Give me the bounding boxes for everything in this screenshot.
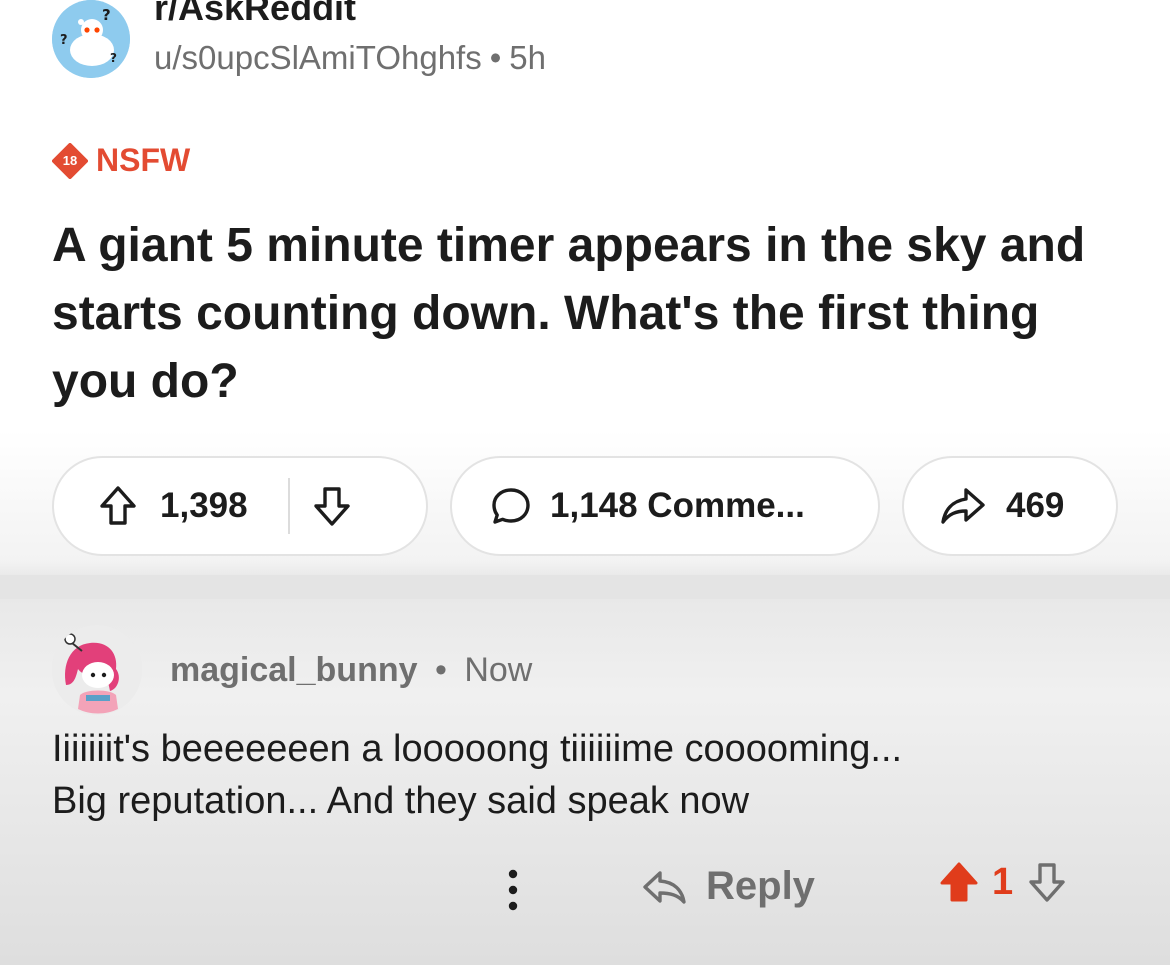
- comment-age: Now: [464, 650, 533, 689]
- post-header-text: r/AskReddit u/s0upcSlAmiTOhghfs • 5h: [154, 0, 546, 80]
- comment-meta-separator: •: [434, 650, 447, 689]
- share-icon: [940, 486, 986, 526]
- subreddit-name[interactable]: r/AskReddit: [154, 0, 546, 30]
- post-age: 5h: [509, 39, 546, 76]
- nsfw-18-icon: 18: [52, 142, 88, 179]
- upvote-count: 1,398: [160, 486, 248, 525]
- post-author[interactable]: u/s0upcSlAmiTOhghfs: [154, 39, 482, 76]
- nsfw-label: NSFW: [96, 142, 191, 178]
- user-avatar-icon[interactable]: [52, 625, 142, 715]
- vote-pill: 1,398: [52, 456, 428, 556]
- more-options-icon[interactable]: [498, 866, 528, 914]
- post-title[interactable]: A giant 5 minute timer appears in the sk…: [52, 212, 1132, 416]
- share-button[interactable]: 469: [902, 456, 1118, 556]
- svg-text:?: ?: [60, 33, 68, 48]
- share-count: 469: [1006, 486, 1065, 525]
- downvote-icon[interactable]: [312, 485, 352, 527]
- reply-icon: [640, 867, 688, 907]
- comment-header: magical_bunny • Now: [52, 625, 532, 715]
- post-meta: u/s0upcSlAmiTOhghfs • 5h: [154, 36, 546, 80]
- vote-divider: [287, 478, 290, 534]
- comment-downvote-icon[interactable]: [1027, 861, 1067, 903]
- upvote-icon[interactable]: [98, 485, 138, 527]
- comment-action-bar: Reply 1: [0, 860, 1170, 920]
- post-action-bar: 1,398 1,148 Comme... 469: [52, 456, 1122, 560]
- nsfw-badge-number: 18: [62, 152, 78, 168]
- reply-button[interactable]: Reply: [640, 864, 815, 909]
- comment-icon: [490, 485, 532, 527]
- meta-separator: •: [489, 39, 502, 76]
- upvote-filled-icon[interactable]: [938, 860, 980, 904]
- svg-text:?: ?: [102, 6, 111, 24]
- post-header: ? ? ? r/AskReddit u/s0upcSlAmiTOhghfs • 5h: [52, 0, 546, 90]
- comment-author[interactable]: magical_bunny: [170, 651, 418, 689]
- nsfw-tag: 18 NSFW: [52, 142, 190, 179]
- post-card: ? ? ? r/AskReddit u/s0upcSlAmiTOhghfs • 5h…: [0, 0, 1170, 575]
- comment-line: Iiiiiiit's beeeeeeen a looooong tiiiiiim…: [52, 728, 903, 770]
- reply-label: Reply: [706, 864, 815, 908]
- comment-count: 1,148 Comme...: [550, 486, 805, 525]
- section-divider: [0, 575, 1170, 599]
- comment-score: 1: [992, 860, 1014, 903]
- comment-vote: 1: [938, 860, 1067, 904]
- comment-line: Big reputation... And they said speak no…: [52, 780, 750, 822]
- comment-body: Iiiiiiit's beeeeeeen a looooong tiiiiiim…: [52, 723, 1142, 827]
- svg-text:?: ?: [110, 51, 117, 65]
- comment-meta: magical_bunny • Now: [170, 651, 532, 690]
- comment-card: magical_bunny • Now Iiiiiiit's beeeeeeen…: [0, 575, 1170, 965]
- comments-button[interactable]: 1,148 Comme...: [450, 456, 880, 556]
- subreddit-avatar-icon[interactable]: ? ? ?: [52, 0, 130, 78]
